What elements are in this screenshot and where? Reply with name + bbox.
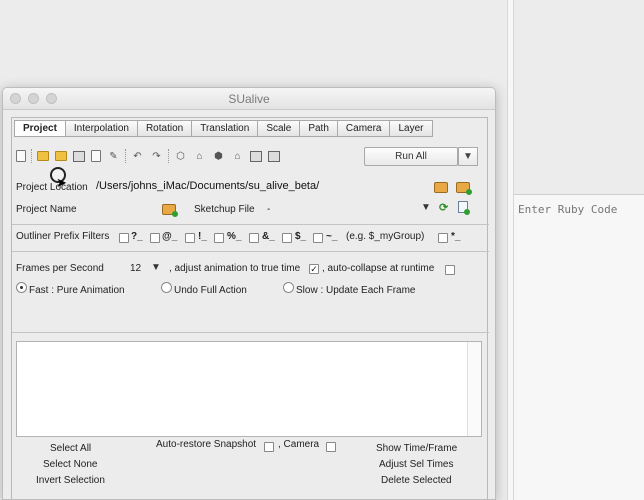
mouse-pointer-icon: ➤ [56,175,67,190]
new-file-icon[interactable] [16,150,26,162]
project-location-label: Project Location [16,182,88,193]
select-all-button[interactable]: Select All [50,443,91,454]
fps-value[interactable]: 12 [130,263,141,274]
pane-divider[interactable] [507,0,514,500]
component-icon[interactable]: ⬡ [174,150,187,163]
edit-icon[interactable]: ✎ [107,150,120,163]
tab-layer[interactable]: Layer [389,120,433,137]
save-icon[interactable] [55,151,67,161]
project-panel: Project Interpolation Rotation Translati… [11,117,489,499]
tab-scale[interactable]: Scale [257,120,300,137]
sketchup-file-label: Sketchup File [194,204,255,215]
project-location-value: /Users/johns_iMac/Documents/su_alive_bet… [96,180,320,192]
fps-label: Frames per Second [16,263,104,274]
toolbar-separator [31,149,32,163]
filter-checkbox[interactable] [214,233,224,243]
tab-bar: Project Interpolation Rotation Translati… [14,120,433,137]
outliner-filters-label: Outliner Prefix Filters [16,231,110,242]
sketchup-file-value: - [267,204,271,215]
filter-label: ?_ [131,231,143,242]
filter-label: &_ [262,231,275,242]
filter-label: !_ [198,231,207,242]
fps-dropdown-icon[interactable]: ▼ [151,262,161,273]
house-icon[interactable]: ⌂ [193,150,206,163]
animation-list[interactable] [16,341,482,437]
adjust-true-time-label: , adjust animation to true time [169,263,301,274]
auto-restore-checkbox[interactable] [264,442,274,452]
title-bar[interactable]: SUalive [3,88,495,110]
add-document-icon[interactable] [458,201,470,215]
filter-label: $_ [295,231,307,242]
list-scrollbar[interactable] [467,342,481,436]
delete-selected-button[interactable]: Delete Selected [381,475,452,486]
filter-checkbox[interactable] [438,233,448,243]
filter-example: (e.g. $_myGroup) [346,231,425,242]
filter-label: %_ [227,231,242,242]
tab-translation[interactable]: Translation [191,120,258,137]
filter-label: *_ [451,231,461,242]
auto-collapse-label: , auto-collapse at runtime [322,263,435,274]
filter-checkbox[interactable] [185,233,195,243]
tab-path[interactable]: Path [299,120,337,137]
toolbar-separator [168,149,169,163]
divider [12,224,489,225]
run-all-button[interactable]: Run All [364,147,458,166]
tab-interpolation[interactable]: Interpolation [64,120,137,137]
mode-slow-label: Slow : Update Each Frame [296,285,416,296]
divider [12,251,489,252]
invert-selection-button[interactable]: Invert Selection [36,475,105,486]
filter-checkbox[interactable] [249,233,259,243]
ruby-console-input-area [514,194,644,500]
toolbar-separator [125,149,126,163]
home-icon[interactable]: ⌂ [231,150,244,163]
tab-camera[interactable]: Camera [336,120,390,137]
select-none-button[interactable]: Select None [43,459,97,470]
adjust-sel-times-button[interactable]: Adjust Sel Times [379,459,453,470]
filter-checkbox[interactable] [313,233,323,243]
project-name-edit-icon[interactable] [162,204,178,217]
filter-checkbox[interactable] [119,233,129,243]
sualive-window: SUalive Project Interpolation Rotation T… [2,87,496,500]
mail-icon[interactable] [268,150,280,162]
image-icon[interactable] [250,150,262,162]
camera-label: , Camera [278,439,320,450]
filter-checkbox[interactable] [282,233,292,243]
toolbar: ✎ ↶ ↷ ⬡ ⌂ ⬢ ⌂ [16,147,286,165]
run-menu-button[interactable]: ▼ [458,147,478,166]
tab-project[interactable]: Project [14,120,65,137]
mode-undo-radio[interactable] [161,282,172,293]
undo-icon[interactable]: ↶ [131,150,144,163]
open-folder-icon[interactable] [37,151,49,161]
mode-fast-radio[interactable] [16,282,27,293]
folder-open-icon[interactable] [434,182,448,193]
show-time-frame-button[interactable]: Show Time/Frame [376,443,457,454]
mode-slow-radio[interactable] [283,282,294,293]
tab-rotation[interactable]: Rotation [136,120,192,137]
copy-icon[interactable] [91,150,101,162]
filter-label: @_ [162,231,178,242]
ruby-code-input[interactable] [518,203,644,216]
filter-checkbox[interactable] [150,233,160,243]
folder-add-icon[interactable] [456,182,472,195]
bell-icon[interactable]: ⬢ [212,150,225,163]
adjust-true-time-checkbox[interactable]: ✓ [309,264,319,274]
sketchup-file-dropdown-icon[interactable]: ▼ [421,202,431,213]
auto-collapse-checkbox[interactable] [445,265,455,275]
window-title: SUalive [228,92,270,106]
mode-undo-label: Undo Full Action [174,285,247,296]
divider [12,332,489,333]
auto-restore-label: Auto-restore Snapshot [156,439,257,450]
filter-label: ~_ [326,231,338,242]
refresh-icon[interactable]: ⟳ [439,201,448,214]
mode-fast-label: Fast : Pure Animation [29,285,125,296]
save-as-icon[interactable] [73,150,85,162]
project-name-label: Project Name [16,204,77,215]
redo-icon[interactable]: ↷ [150,150,163,163]
camera-checkbox[interactable] [326,442,336,452]
